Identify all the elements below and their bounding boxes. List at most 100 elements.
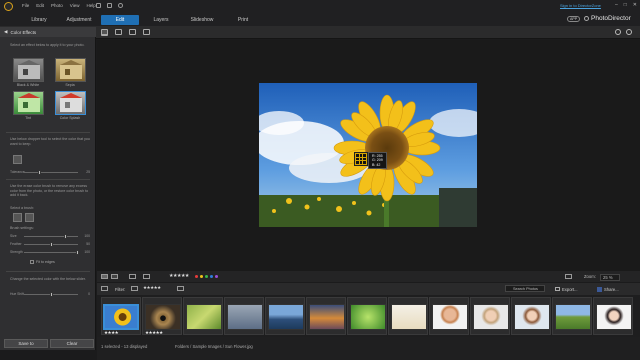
filter-label: Filter: — [115, 285, 125, 293]
color-label-purple[interactable] — [215, 275, 218, 278]
thumbnail-lake[interactable] — [268, 304, 304, 330]
thumbnail-cell[interactable] — [552, 297, 592, 335]
view-fit-icon[interactable] — [143, 29, 150, 35]
thumbnail-portrait-2[interactable] — [473, 304, 509, 330]
signin-link[interactable]: Sign in to DirectorZone — [560, 3, 601, 8]
fit-edges-checkbox[interactable]: Fit to edges — [30, 260, 55, 264]
app-logo-icon — [4, 2, 13, 11]
divider — [6, 132, 90, 133]
thumbnail-cell[interactable] — [183, 297, 223, 335]
erase-brush-icon[interactable] — [13, 213, 22, 222]
view-single-icon[interactable] — [101, 29, 108, 35]
thumbnail-cell[interactable] — [593, 297, 633, 335]
search-input[interactable]: Search Photos — [505, 285, 545, 292]
tolerance-slider[interactable]: Tolerance 25 — [10, 170, 90, 175]
hue-shift-slider[interactable]: Hue Shift 0 — [10, 292, 90, 297]
undo-icon[interactable] — [96, 3, 101, 8]
slider-thumb[interactable] — [76, 250, 79, 255]
thumbnail-portrait-4[interactable] — [596, 304, 632, 330]
filter-stars[interactable]: ★★★★★ — [143, 285, 161, 291]
close-button[interactable]: ✕ — [633, 2, 637, 8]
color-effects-panel: ◀ Color Effects Select an effect below t… — [0, 27, 108, 350]
view-split-icon[interactable] — [129, 29, 136, 35]
filter-flag-icon[interactable] — [131, 286, 138, 291]
minimize-button[interactable]: – — [615, 2, 618, 8]
thumbnail-cell[interactable] — [265, 297, 305, 335]
window-controls: – □ ✕ — [615, 2, 637, 8]
app-badge[interactable]: APP — [567, 16, 581, 22]
thumbnail-portrait-1[interactable] — [432, 304, 468, 330]
dropper-tool-icon[interactable] — [13, 155, 22, 164]
rating-stars[interactable]: ★★★★★ — [169, 273, 189, 279]
thumbnail-cell[interactable]: ★★★★ — [101, 297, 141, 335]
menu-file[interactable]: File — [22, 3, 29, 8]
tab-adjustment[interactable]: Adjustment — [60, 15, 98, 25]
restore-brush-icon[interactable] — [25, 213, 34, 222]
redo-icon[interactable] — [107, 3, 112, 8]
tab-print[interactable]: Print — [224, 15, 262, 25]
slider-thumb[interactable] — [38, 170, 41, 175]
thumbnail-cell[interactable] — [306, 297, 346, 335]
zoom-select[interactable]: 25 % — [600, 274, 620, 281]
thumbnail-portrait-3[interactable] — [514, 304, 550, 330]
effect-sepia[interactable] — [55, 58, 86, 82]
thumbnail-cell[interactable] — [429, 297, 469, 335]
filter-color-icon[interactable] — [177, 286, 184, 291]
thumbnail-cell[interactable] — [347, 297, 387, 335]
slider-thumb[interactable] — [50, 242, 53, 247]
clear-button[interactable]: Clear — [50, 339, 94, 348]
view-compare-icon[interactable] — [115, 29, 122, 35]
tab-edit[interactable]: Edit — [101, 15, 139, 25]
collapse-icon[interactable] — [101, 286, 108, 291]
slider-thumb[interactable] — [64, 234, 67, 239]
tag-icon[interactable] — [143, 274, 150, 279]
thumbnail-cell[interactable]: ★★★★★ — [142, 297, 182, 335]
feather-slider[interactable]: Feather 50 — [10, 242, 90, 247]
settings-icon[interactable] — [118, 3, 123, 8]
sort-icon[interactable] — [565, 274, 572, 279]
thumbnail-field[interactable] — [555, 304, 591, 330]
color-label-red[interactable] — [195, 275, 198, 278]
zoom-label: Zoom: — [584, 274, 596, 279]
thumbnail-cell[interactable] — [470, 297, 510, 335]
feather-label: Feather — [10, 242, 22, 246]
zoom-icon[interactable] — [615, 29, 621, 35]
hand-icon[interactable] — [626, 29, 632, 35]
menu-help[interactable]: Help — [86, 3, 95, 8]
flag-icon[interactable] — [129, 274, 136, 279]
back-arrow-icon[interactable]: ◀ — [4, 29, 7, 35]
size-label: Size — [10, 234, 17, 238]
menu-view[interactable]: View — [70, 3, 80, 8]
maximize-button[interactable]: □ — [624, 2, 627, 8]
effect-black-white[interactable] — [13, 58, 44, 82]
thumbnail-sunflower[interactable] — [103, 304, 139, 330]
thumbnail-cell[interactable] — [388, 297, 428, 335]
effect-color-splash[interactable] — [55, 91, 86, 115]
strength-slider[interactable]: Strength 100 — [10, 250, 90, 255]
menu-photo[interactable]: Photo — [51, 3, 63, 8]
size-slider[interactable]: Size 100 — [10, 234, 90, 239]
thumbnail-eye[interactable] — [145, 304, 181, 330]
share-button[interactable]: Share... — [597, 285, 619, 293]
grid-view-icon[interactable] — [101, 274, 108, 279]
effect-tint[interactable] — [13, 91, 44, 115]
tab-slideshow[interactable]: Slideshow — [183, 15, 221, 25]
slider-thumb[interactable] — [50, 292, 53, 297]
color-label-yellow[interactable] — [200, 275, 203, 278]
thumbnail-cell[interactable] — [224, 297, 264, 335]
thumbnail-beach[interactable] — [391, 304, 427, 330]
thumbnail-cell[interactable] — [511, 297, 551, 335]
tab-library[interactable]: Library — [22, 15, 56, 25]
thumbnail-grass[interactable] — [186, 304, 222, 330]
save-to-button[interactable]: Save to — [4, 339, 48, 348]
tab-layers[interactable]: Layers — [142, 15, 180, 25]
color-label-blue[interactable] — [210, 275, 213, 278]
export-button[interactable]: Export... — [555, 285, 578, 293]
menu-edit[interactable]: Edit — [36, 3, 44, 8]
filmstrip-view-icon[interactable] — [111, 274, 118, 279]
thumbnail-sunset[interactable] — [309, 304, 345, 330]
thumbnail-drop[interactable] — [227, 304, 263, 330]
thumbnail-leaf[interactable] — [350, 304, 386, 330]
color-label-green[interactable] — [205, 275, 208, 278]
checkbox-box[interactable] — [30, 260, 34, 264]
